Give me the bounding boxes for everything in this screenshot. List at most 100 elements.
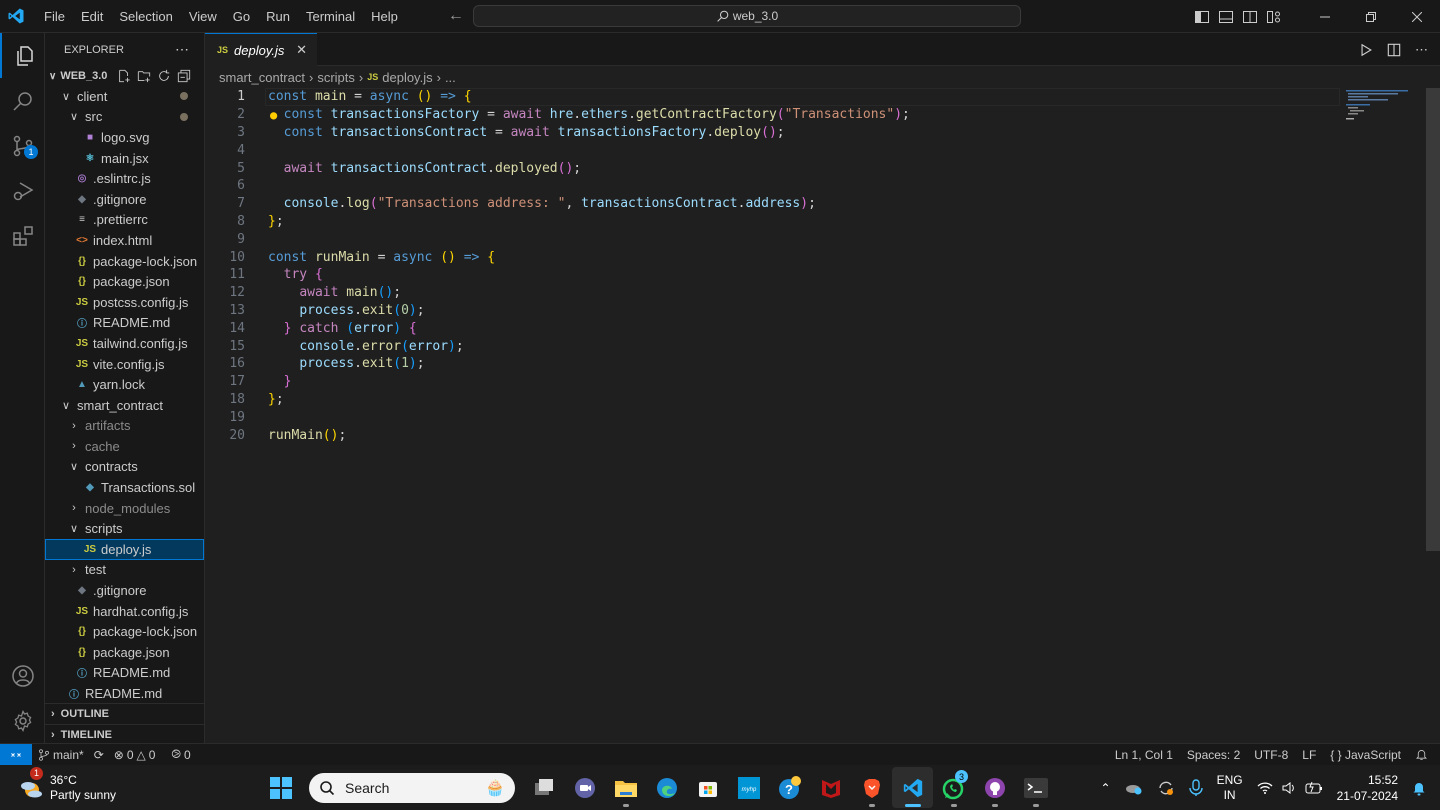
indentation[interactable]: Spaces: 2: [1187, 748, 1240, 762]
menu-edit[interactable]: Edit: [73, 0, 111, 33]
vscode-taskbar-button[interactable]: [892, 767, 933, 808]
menu-selection[interactable]: Selection: [111, 0, 180, 33]
tree-file[interactable]: ⓘ README.md: [45, 683, 204, 704]
tree-file[interactable]: ■ logo.svg: [45, 127, 204, 148]
tree-file[interactable]: ◆ .gitignore: [45, 580, 204, 601]
tree-folder[interactable]: ∨ client: [45, 86, 204, 107]
tree-folder[interactable]: ∨ contracts: [45, 457, 204, 478]
tree-file[interactable]: ⚛ main.jsx: [45, 148, 204, 169]
sync-icon[interactable]: ⟳: [94, 748, 104, 762]
tab-deploy-js[interactable]: JS deploy.js ✕: [205, 33, 317, 66]
encoding[interactable]: UTF-8: [1254, 748, 1288, 762]
code-editor[interactable]: 1 const main = async () => {2 ● const tran…: [205, 88, 1340, 444]
tree-folder[interactable]: ∨ smart_contract: [45, 395, 204, 416]
command-center[interactable]: web_3.0: [473, 5, 1021, 27]
close-icon[interactable]: ✕: [296, 42, 307, 58]
tree-folder[interactable]: ∨ src: [45, 107, 204, 128]
breadcrumb-item[interactable]: smart_contract: [219, 70, 305, 85]
quick-settings[interactable]: [1257, 781, 1323, 795]
tree-folder[interactable]: › artifacts: [45, 416, 204, 437]
tree-file[interactable]: ▲ yarn.lock: [45, 374, 204, 395]
new-file-icon[interactable]: [117, 69, 131, 83]
language-mode[interactable]: { } JavaScript: [1330, 748, 1401, 762]
whatsapp-button[interactable]: 3: [933, 767, 974, 808]
ports-indicator[interactable]: ⧁ 0: [171, 747, 190, 762]
tree-file[interactable]: JS deploy.js: [45, 539, 204, 560]
menu-run[interactable]: Run: [258, 0, 298, 33]
start-button[interactable]: [260, 767, 301, 808]
microphone-icon[interactable]: [1188, 778, 1203, 797]
file-explorer-button[interactable]: [605, 767, 646, 808]
customize-layout-icon[interactable]: [1266, 9, 1282, 25]
tree-file[interactable]: ≡ .prettierrc: [45, 210, 204, 231]
editor-scrollbar[interactable]: [1426, 88, 1440, 551]
tree-file[interactable]: JS tailwind.config.js: [45, 333, 204, 354]
get-help-button[interactable]: ?: [769, 767, 810, 808]
activity-source-control[interactable]: 1: [0, 123, 45, 168]
new-folder-icon[interactable]: [137, 69, 151, 83]
toggle-panel-icon[interactable]: [1218, 9, 1234, 25]
store-button[interactable]: [687, 767, 728, 808]
teams-button[interactable]: [564, 767, 605, 808]
tree-file[interactable]: JS postcss.config.js: [45, 292, 204, 313]
cursor-position[interactable]: Ln 1, Col 1: [1115, 748, 1173, 762]
breadcrumb-item[interactable]: deploy.js: [382, 70, 432, 85]
toggle-primary-sidebar-icon[interactable]: [1194, 9, 1210, 25]
split-editor-icon[interactable]: [1387, 43, 1401, 57]
task-view-button[interactable]: [523, 767, 564, 808]
activity-search[interactable]: [0, 78, 45, 123]
tree-folder[interactable]: › test: [45, 560, 204, 581]
more-actions-icon[interactable]: ⋯: [1415, 42, 1428, 58]
tree-file[interactable]: {} package-lock.json: [45, 621, 204, 642]
mcafee-button[interactable]: [810, 767, 851, 808]
more-actions-icon[interactable]: ⋯: [175, 41, 190, 58]
tree-file[interactable]: <> index.html: [45, 230, 204, 251]
branch-indicator[interactable]: main*: [38, 748, 84, 762]
sync-update-icon[interactable]: [1157, 779, 1175, 797]
tree-file[interactable]: {} package.json: [45, 642, 204, 663]
tree-file[interactable]: ◆ Transactions.sol: [45, 477, 204, 498]
tree-file[interactable]: ◎ .eslintrc.js: [45, 168, 204, 189]
timeline-section[interactable]: › TIMELINE: [45, 724, 204, 743]
menu-terminal[interactable]: Terminal: [298, 0, 363, 33]
input-language[interactable]: ENG IN: [1217, 773, 1243, 803]
taskbar-search[interactable]: Search 🧁: [309, 772, 515, 803]
collapse-all-icon[interactable]: [177, 69, 191, 83]
lightbulb-icon[interactable]: ●: [270, 108, 277, 122]
run-file-icon[interactable]: [1359, 43, 1373, 57]
activity-manage[interactable]: [0, 698, 45, 743]
bell-icon[interactable]: [1415, 748, 1428, 761]
onedrive-icon[interactable]: [1125, 781, 1143, 795]
close-window-button[interactable]: [1394, 0, 1440, 33]
tree-file[interactable]: ⓘ README.md: [45, 663, 204, 684]
tree-folder[interactable]: ∨ scripts: [45, 518, 204, 539]
menu-go[interactable]: Go: [225, 0, 258, 33]
activity-explorer[interactable]: [0, 33, 45, 78]
workspace-root[interactable]: ∨ WEB_3.0: [45, 66, 204, 86]
remote-indicator[interactable]: [0, 743, 32, 766]
weather-widget[interactable]: 1 36°C Partly sunny: [18, 766, 116, 803]
activity-extensions[interactable]: [0, 213, 45, 258]
tree-file[interactable]: ◆ .gitignore: [45, 189, 204, 210]
outline-section[interactable]: › OUTLINE: [45, 703, 204, 723]
activity-accounts[interactable]: [0, 653, 45, 698]
show-hidden-icons-chevron-up-icon[interactable]: ⌃: [1101, 781, 1111, 795]
menu-help[interactable]: Help: [363, 0, 406, 33]
menu-view[interactable]: View: [181, 0, 225, 33]
menu-file[interactable]: File: [36, 0, 73, 33]
brave-button[interactable]: [851, 767, 892, 808]
clock[interactable]: 15:52 21-07-2024: [1337, 772, 1398, 804]
tree-folder[interactable]: › cache: [45, 436, 204, 457]
edge-button[interactable]: [646, 767, 687, 808]
notification-bell-icon[interactable]: [1412, 780, 1426, 796]
tree-file[interactable]: ⓘ README.md: [45, 313, 204, 334]
line-ending[interactable]: LF: [1302, 748, 1316, 762]
breadcrumb-item[interactable]: ...: [445, 70, 456, 85]
terminal-button[interactable]: [1015, 767, 1056, 808]
breadcrumb-item[interactable]: scripts: [317, 70, 355, 85]
refresh-icon[interactable]: [157, 69, 171, 83]
activity-run-debug[interactable]: [0, 168, 45, 213]
myhp-button[interactable]: myhp: [728, 767, 769, 808]
tree-folder[interactable]: › node_modules: [45, 498, 204, 519]
problems-indicator[interactable]: ⊗ 0 △ 0: [114, 748, 156, 762]
